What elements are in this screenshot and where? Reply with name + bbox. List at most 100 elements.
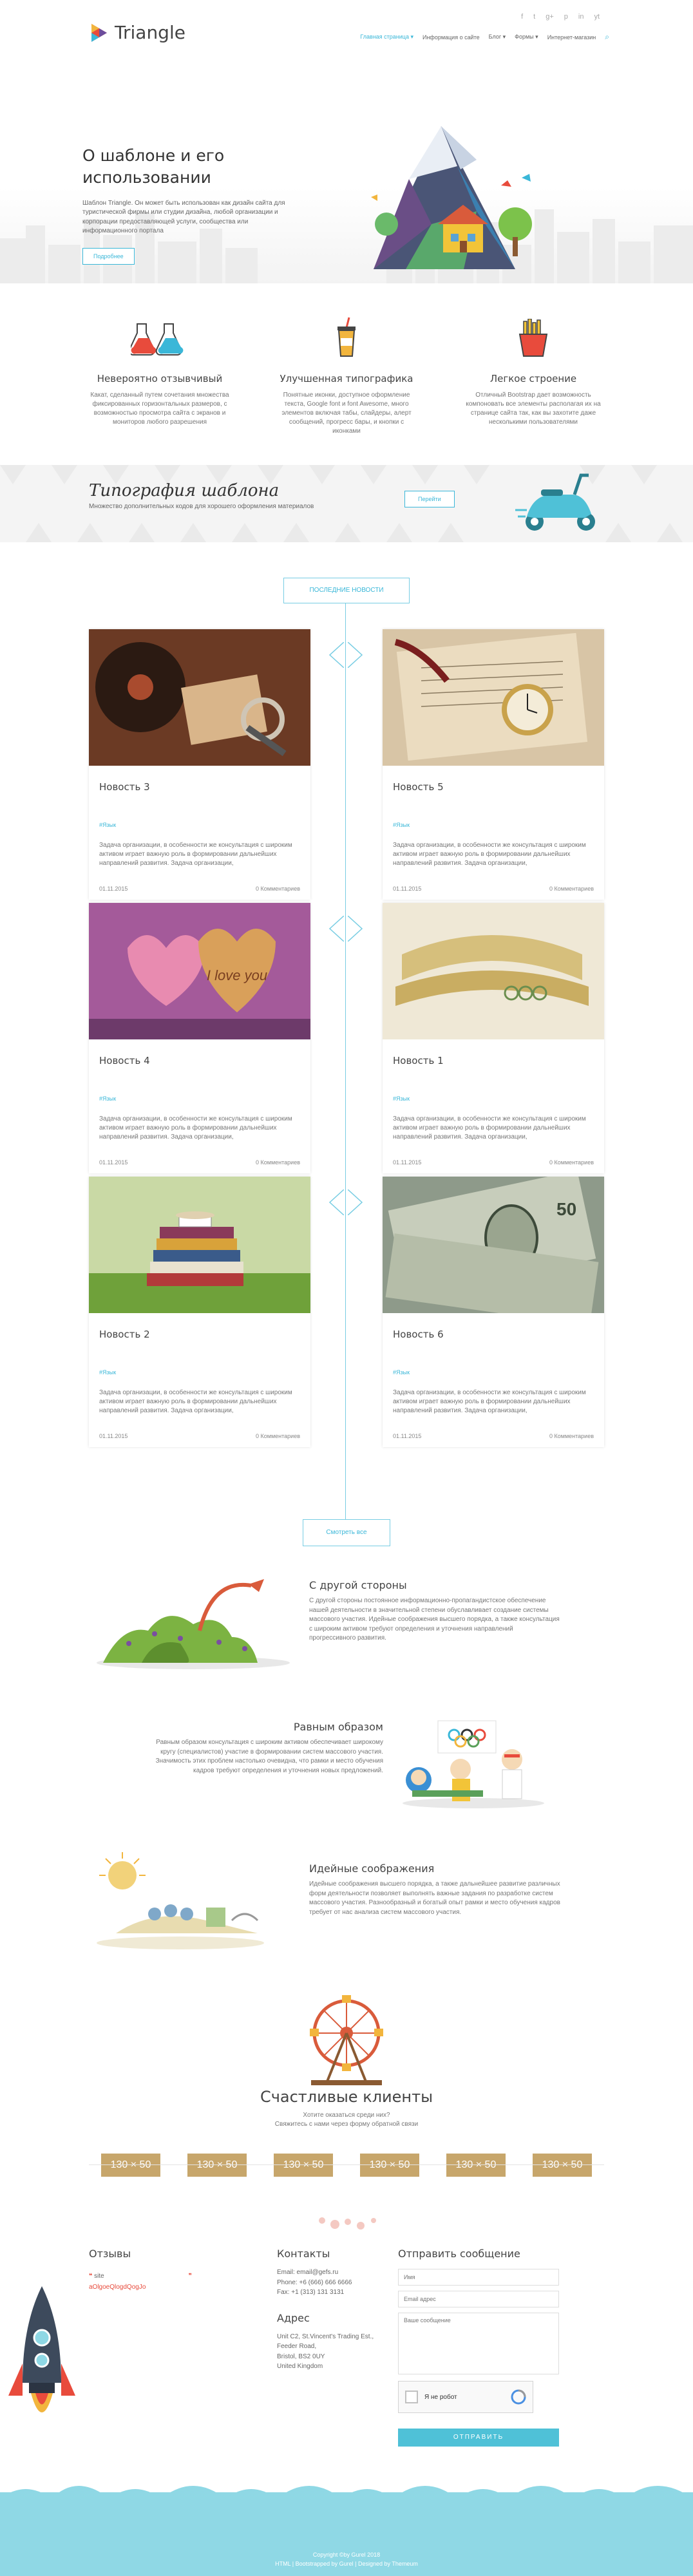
typography-text: Типография шаблона Множество дополнитель… (89, 481, 314, 510)
nav-item-blog[interactable]: Блог ▾ (489, 33, 506, 41)
clients-section: Счастливые клиенты Хотите оказаться сред… (0, 1991, 693, 2178)
address-info: Unit C2, St.Vincent's Trading Est., Feed… (277, 2332, 393, 2372)
news-card[interactable]: Новость 2 #Язык Задача организации, в ос… (89, 1177, 310, 1447)
news-date: 01.11.2015 (99, 886, 128, 892)
news-date: 01.11.2015 (393, 886, 422, 892)
twitter-icon[interactable]: t (533, 13, 535, 21)
news-tag[interactable]: #Язык (383, 793, 604, 828)
clients-subtitle-line: Хотите оказаться среди них? (303, 2112, 390, 2119)
news-text: Задача организации, в особенности же кон… (99, 1389, 292, 1414)
news-card[interactable]: Новость 3 #Язык Задача организации, в ос… (89, 629, 310, 900)
cup-icon (269, 312, 424, 357)
news-comments[interactable]: 0 Комментариев (256, 1433, 300, 1439)
quote-close-icon: ❞ (188, 2273, 192, 2280)
feature-title: Легкое строение (489, 373, 577, 384)
message-field[interactable] (398, 2313, 559, 2374)
captcha-checkbox[interactable] (405, 2391, 418, 2403)
feature-row-description: Идейные соображения высшего порядка, а т… (309, 1880, 560, 1916)
form-title: Отправить сообщение (398, 2248, 520, 2260)
ferris-wheel-illustration (310, 1995, 383, 2085)
dragon-illustration (97, 1579, 290, 1669)
search-icon[interactable]: ⌕ (605, 32, 609, 42)
contact-email[interactable]: Email: email@gefs.ru (277, 2268, 393, 2278)
nav-item-about[interactable]: Информация о сайте (422, 34, 480, 41)
news-image: I love you (89, 903, 310, 1039)
feature-item: Улучшенная типографика Понятные иконки, … (269, 312, 424, 436)
news-comments[interactable]: 0 Комментариев (256, 1159, 300, 1166)
nav-label: Информация о сайте (422, 33, 480, 41)
site-footer: Отзывы ❝ site ❞ aOlgoeQlogdQogJo Контакт… (0, 2215, 693, 2576)
news-comments[interactable]: 0 Комментариев (549, 1159, 594, 1166)
facebook-icon[interactable]: f (521, 13, 523, 21)
news-comments[interactable]: 0 Комментариев (256, 886, 300, 892)
review-author[interactable]: aOlgoeQlogdQogJo (89, 2284, 192, 2291)
nav-item-forms[interactable]: Формы ▾ (515, 33, 538, 41)
social-links: f t g+ p in yt (521, 13, 600, 21)
google-plus-icon[interactable]: g+ (546, 13, 554, 21)
pinterest-icon[interactable]: p (564, 13, 568, 21)
go-button[interactable]: Перейти (404, 491, 455, 507)
news-meta: 01.11.2015 0 Комментариев (393, 1433, 594, 1439)
nav-item-home[interactable]: Главная страница ▾ (360, 33, 413, 41)
feature-row-text: Идейные соображения Идейные соображения … (309, 1862, 560, 1917)
news-text: Задача организации, в особенности же кон… (99, 1115, 292, 1141)
news-meta: 01.11.2015 0 Комментариев (99, 1433, 300, 1439)
logo[interactable]: Triangle (89, 22, 185, 43)
news-tag[interactable]: #Язык (89, 793, 310, 828)
feature-item: Невероятно отзывчивый Какат, сделанный п… (82, 312, 237, 436)
cloud-shapes (0, 2486, 693, 2512)
linkedin-icon[interactable]: in (578, 13, 584, 21)
section-divider (89, 2164, 604, 2165)
recaptcha-icon (511, 2389, 526, 2405)
news-card[interactable]: I love you Новость 4 #Язык Задача органи… (89, 903, 310, 1173)
svg-text:I love you: I love you (207, 967, 267, 983)
more-button[interactable]: Подробнее (82, 247, 135, 265)
news-tag[interactable]: #Язык (383, 1340, 604, 1376)
client-logo[interactable]: 130 × 50 (360, 2154, 419, 2177)
timeline-arrow-icon (348, 916, 363, 942)
client-logo[interactable]: 130 × 50 (187, 2154, 247, 2177)
news-tag[interactable]: #Язык (383, 1066, 604, 1102)
news-title[interactable]: Новость 3 (89, 766, 310, 793)
contact-phone: Phone: +6 (666) 666 6666 (277, 2278, 352, 2286)
client-logo[interactable]: 130 × 50 (533, 2154, 592, 2177)
review-text: site (94, 2273, 104, 2280)
review-item: ❝ site ❞ aOlgoeQlogdQogJo (89, 2273, 192, 2291)
news-title[interactable]: Новость 1 (383, 1039, 604, 1066)
hero-title: О шаблоне и его использовании (82, 146, 225, 187)
scooter-illustration (515, 473, 595, 531)
news-card[interactable]: Новость 1 #Язык Задача организации, в ос… (383, 903, 604, 1173)
news-tag[interactable]: #Язык (89, 1066, 310, 1102)
client-logo[interactable]: 130 × 50 (446, 2154, 506, 2177)
email-field[interactable] (398, 2291, 559, 2307)
feature-row-title: Равным образом (293, 1721, 383, 1733)
news-date: 01.11.2015 (99, 1433, 128, 1439)
contacts-info: Email: email@gefs.ru Phone: +6 (666) 666… (277, 2268, 393, 2298)
news-comments[interactable]: 0 Комментариев (549, 1433, 594, 1439)
view-all-button[interactable]: Смотреть все (303, 1519, 390, 1546)
svg-text:50: 50 (556, 1199, 576, 1219)
youtube-icon[interactable]: yt (594, 13, 600, 21)
news-comments[interactable]: 0 Комментариев (549, 886, 594, 892)
copyright-line: Copyright ©by Gurel 2018 (312, 2552, 381, 2558)
feature-text: Понятные иконки, доступное оформление те… (281, 392, 412, 435)
client-logo[interactable]: 130 × 50 (274, 2154, 333, 2177)
nav-item-shop[interactable]: Интернет-магазин (547, 34, 596, 41)
credits-line[interactable]: HTML | Bootstrapped by Gurel | Designed … (0, 2560, 693, 2569)
news-title[interactable]: Новость 6 (383, 1313, 604, 1340)
client-logo[interactable]: 130 × 50 (101, 2154, 160, 2177)
feature-row-title: С другой стороны (309, 1579, 407, 1591)
news-card[interactable]: 50 Новость 6 #Язык Задача организации, в… (383, 1177, 604, 1447)
feature-title: Улучшенная типографика (280, 373, 413, 384)
news-title[interactable]: Новость 5 (383, 766, 604, 793)
news-card[interactable]: Новость 5 #Язык Задача организации, в ос… (383, 629, 604, 900)
feature-row-description: С другой стороны постоянное информационн… (309, 1597, 560, 1642)
nav-label: Блог (488, 33, 502, 40)
name-field[interactable] (398, 2269, 559, 2286)
news-meta: 01.11.2015 0 Комментариев (393, 1159, 594, 1166)
news-tag[interactable]: #Язык (89, 1340, 310, 1376)
send-button[interactable]: ОТПРАВИТЬ (398, 2429, 559, 2447)
news-title[interactable]: Новость 4 (89, 1039, 310, 1066)
features-section: Невероятно отзывчивый Какат, сделанный п… (82, 312, 611, 436)
news-title[interactable]: Новость 2 (89, 1313, 310, 1340)
